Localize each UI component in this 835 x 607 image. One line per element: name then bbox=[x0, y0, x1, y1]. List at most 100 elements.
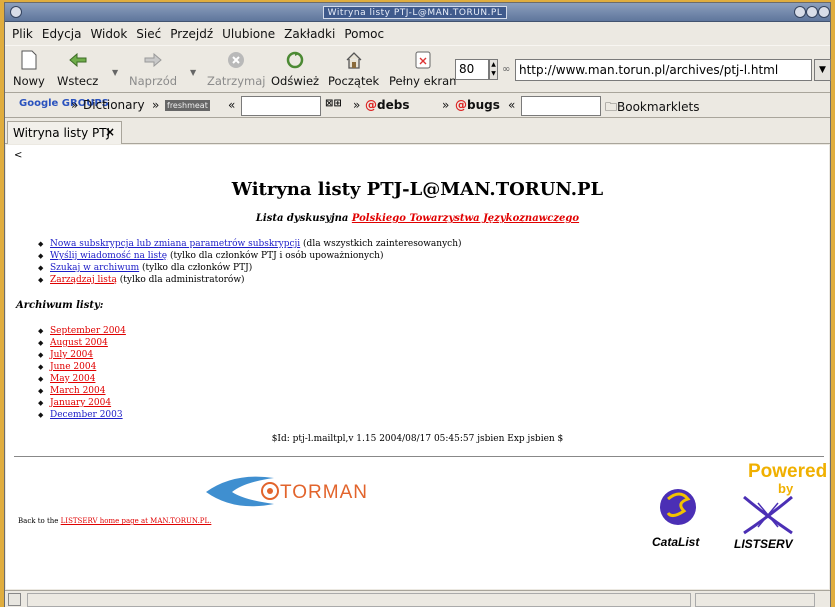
stop-button[interactable]: Zatrzymaj bbox=[207, 50, 265, 88]
list-item: January 2004 bbox=[38, 397, 126, 409]
catalist-logo[interactable]: CataList bbox=[648, 485, 708, 555]
security-icon[interactable] bbox=[8, 593, 21, 606]
dictionary-bookmark[interactable]: Dictionary bbox=[83, 98, 145, 112]
catalist-globe-icon bbox=[660, 489, 696, 525]
logo-icon[interactable]: ⊠⊞ bbox=[325, 98, 342, 109]
listserv-text: LISTSERV bbox=[734, 537, 793, 551]
tab-bar: Witryna listy PTJ × bbox=[5, 119, 830, 144]
menu-go[interactable]: Przejdź bbox=[170, 27, 213, 41]
debian-swirl-icon: @ bbox=[455, 98, 467, 112]
archive-heading: Archiwum listy: bbox=[16, 300, 104, 311]
list-item: July 2004 bbox=[38, 349, 126, 361]
torman-logo[interactable]: TORMAN bbox=[204, 470, 367, 515]
minimize-button[interactable] bbox=[794, 6, 806, 18]
menu-view[interactable]: Widok bbox=[90, 27, 127, 41]
archive-link[interactable]: March 2004 bbox=[50, 386, 106, 396]
page-subtitle: Lista dyskusyjna Polskiego Towarzystwa J… bbox=[255, 213, 580, 224]
bookmark-search-field-2[interactable] bbox=[521, 96, 601, 116]
archive-list: September 2004 August 2004 July 2004 Jun… bbox=[38, 325, 126, 421]
forward-history-dropdown-icon[interactable]: ▼ bbox=[190, 68, 196, 77]
listserv-powered-logo[interactable]: Powered by LISTSERV bbox=[724, 461, 827, 557]
page-title: Witryna listy PTJ-L@MAN.TORUN.PL bbox=[231, 179, 604, 200]
progress-area bbox=[695, 593, 815, 607]
list-item: May 2004 bbox=[38, 373, 126, 385]
list-item: December 2003 bbox=[38, 409, 126, 421]
reload-button[interactable]: Odśwież bbox=[271, 50, 319, 88]
powered-text: Powered bbox=[748, 461, 828, 482]
link-icon: ∞ bbox=[502, 64, 511, 75]
list-item: Nowa subskrypcja lub zmiana parametrów s… bbox=[38, 238, 462, 250]
archive-link[interactable]: May 2004 bbox=[50, 374, 95, 384]
list-item: March 2004 bbox=[38, 385, 126, 397]
browser-window: Witryna listy PTJ-L@MAN.TORUN.PL Plik Ed… bbox=[4, 2, 831, 607]
new-button[interactable]: Nowy bbox=[13, 50, 45, 88]
search-archive-link[interactable]: Szukaj w archiwum bbox=[50, 263, 139, 273]
zoom-spinner[interactable]: ▲ ▼ bbox=[489, 59, 498, 80]
reload-icon bbox=[285, 50, 305, 70]
close-window-button[interactable] bbox=[818, 6, 830, 18]
chevron-icon: » bbox=[71, 98, 79, 112]
catalist-text: CataList bbox=[652, 535, 700, 549]
divider bbox=[14, 456, 824, 457]
maximize-button[interactable] bbox=[806, 6, 818, 18]
menu-help[interactable]: Pomoc bbox=[344, 27, 384, 41]
fullscreen-button[interactable]: Pełny ekran bbox=[389, 50, 456, 88]
back-link[interactable]: < bbox=[14, 150, 22, 161]
freshmeat-bookmark[interactable]: freshmeat bbox=[165, 100, 210, 111]
url-history-dropdown[interactable]: ▼ bbox=[814, 59, 831, 81]
chevron-left-icon: « bbox=[228, 98, 236, 112]
operations-list: Nowa subskrypcja lub zmiana parametrów s… bbox=[38, 238, 462, 286]
list-item: June 2004 bbox=[38, 361, 126, 373]
menu-bookmarks[interactable]: Zakładki bbox=[284, 27, 335, 41]
archive-link[interactable]: September 2004 bbox=[50, 326, 126, 336]
manage-list-link[interactable]: Zarządzaj listą bbox=[50, 275, 117, 285]
archive-link[interactable]: June 2004 bbox=[50, 362, 96, 372]
tab-label: Witryna listy PTJ bbox=[13, 126, 111, 140]
archive-link[interactable]: July 2004 bbox=[50, 350, 93, 360]
torman-logo-text: TORMAN bbox=[280, 482, 368, 503]
list-item: Zarządzaj listą (tylko dla administrator… bbox=[38, 274, 462, 286]
list-item: Wyślij wiadomość na listę (tylko dla czł… bbox=[38, 250, 462, 262]
zoom-input[interactable]: 80 bbox=[455, 59, 489, 80]
back-arrow-icon bbox=[68, 50, 88, 70]
window-menu-button[interactable] bbox=[10, 6, 22, 18]
back-button[interactable]: Wstecz bbox=[57, 50, 98, 88]
forward-button[interactable]: Naprzód bbox=[129, 50, 177, 88]
tab-ptj-list[interactable]: Witryna listy PTJ × bbox=[7, 121, 122, 144]
forward-arrow-icon bbox=[143, 50, 163, 70]
new-document-icon bbox=[19, 50, 39, 70]
back-history-dropdown-icon[interactable]: ▼ bbox=[112, 68, 118, 77]
menu-bar: Plik Edycja Widok Sieć Przejdź Ulubione … bbox=[5, 23, 830, 45]
bookmark-search-field-1[interactable] bbox=[241, 96, 321, 116]
fullscreen-icon bbox=[413, 50, 433, 70]
subscribe-link[interactable]: Nowa subskrypcja lub zmiana parametrów s… bbox=[50, 239, 300, 249]
back-home-text: Back to the LISTSERV home page at MAN.TO… bbox=[18, 517, 212, 525]
page-content: < Witryna listy PTJ-L@MAN.TORUN.PL Lista… bbox=[6, 145, 829, 589]
listserv-home-link[interactable]: LISTSERV home page at MAN.TORUN.PL. bbox=[61, 517, 212, 525]
archive-link[interactable]: December 2003 bbox=[50, 410, 123, 420]
folder-icon: 🗀 bbox=[605, 100, 618, 114]
archive-link[interactable]: August 2004 bbox=[50, 338, 108, 348]
menu-file[interactable]: Plik bbox=[12, 27, 33, 41]
url-input[interactable]: http://www.man.torun.pl/archives/ptj-l.h… bbox=[515, 59, 812, 81]
listserv-x-icon bbox=[743, 495, 793, 535]
chevron-left-icon: « bbox=[508, 98, 516, 112]
bookmarks-toolbar: Google GROUPS » Dictionary » freshmeat «… bbox=[5, 94, 830, 118]
title-bar: Witryna listy PTJ-L@MAN.TORUN.PL bbox=[5, 3, 830, 22]
debian-swirl-icon: @ bbox=[365, 98, 377, 112]
menu-favorites[interactable]: Ulubione bbox=[222, 27, 275, 41]
list-item: August 2004 bbox=[38, 337, 126, 349]
chevron-icon: » bbox=[353, 98, 361, 112]
menu-edit[interactable]: Edycja bbox=[42, 27, 82, 41]
bookmarklets-folder[interactable]: 🗀Bookmarklets bbox=[605, 98, 699, 119]
debs-bookmark[interactable]: @debs bbox=[365, 98, 409, 112]
menu-network[interactable]: Sieć bbox=[136, 27, 161, 41]
ptj-society-link[interactable]: Polskiego Towarzystwa Językoznawczego bbox=[352, 213, 579, 224]
archive-link[interactable]: January 2004 bbox=[50, 398, 111, 408]
post-message-link[interactable]: Wyślij wiadomość na listę bbox=[50, 251, 167, 261]
home-button[interactable]: Początek bbox=[328, 50, 379, 88]
bugs-bookmark[interactable]: @bugs bbox=[455, 98, 500, 112]
close-tab-icon[interactable]: × bbox=[105, 125, 115, 139]
chevron-icon: » bbox=[442, 98, 450, 112]
stop-icon bbox=[226, 50, 246, 70]
